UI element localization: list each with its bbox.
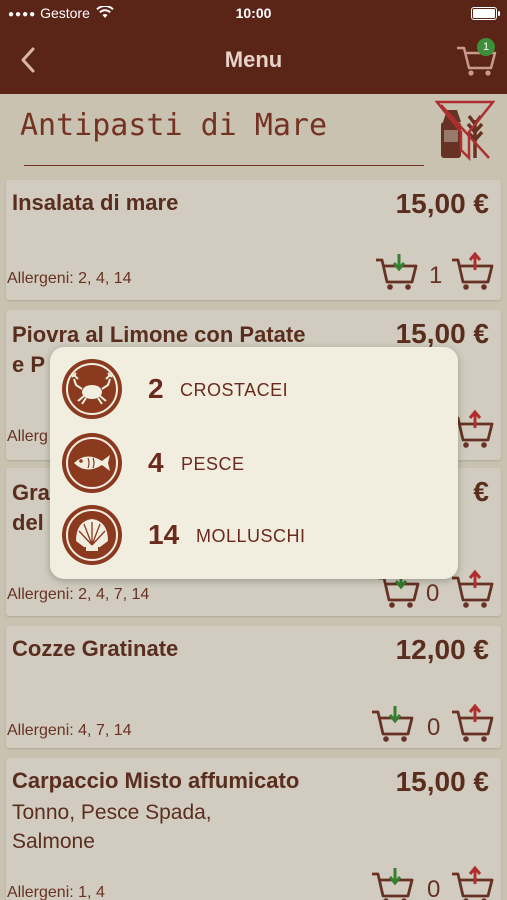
shell-icon: [62, 505, 122, 565]
allergen-name: CROSTACEI: [180, 380, 289, 400]
allergen-number: 4: [148, 447, 164, 478]
crab-icon: [62, 359, 122, 419]
allergen-row: 14 MOLLUSCHI: [62, 505, 442, 569]
allergen-row: 2 CROSTACEI: [62, 359, 442, 423]
cart-button[interactable]: 1: [455, 38, 499, 78]
fish-icon: [62, 433, 122, 493]
status-bar: ●●●● Gestore 10:00: [0, 0, 507, 28]
allergen-name: MOLLUSCHI: [196, 526, 306, 546]
allergen-row: 4 PESCE: [62, 433, 442, 497]
allergen-number: 14: [148, 519, 180, 550]
clock: 10:00: [235, 5, 272, 21]
allergen-name: PESCE: [181, 454, 245, 474]
allergen-number: 2: [148, 373, 164, 404]
nav-bar: Menu 1: [0, 28, 507, 94]
cart-count-badge: 1: [477, 38, 495, 56]
battery-icon: [471, 7, 500, 20]
page-title: Menu: [224, 47, 283, 72]
allergen-popup: 2 CROSTACEI 4 PESCE 14 MOLLUSCHI: [50, 347, 458, 579]
